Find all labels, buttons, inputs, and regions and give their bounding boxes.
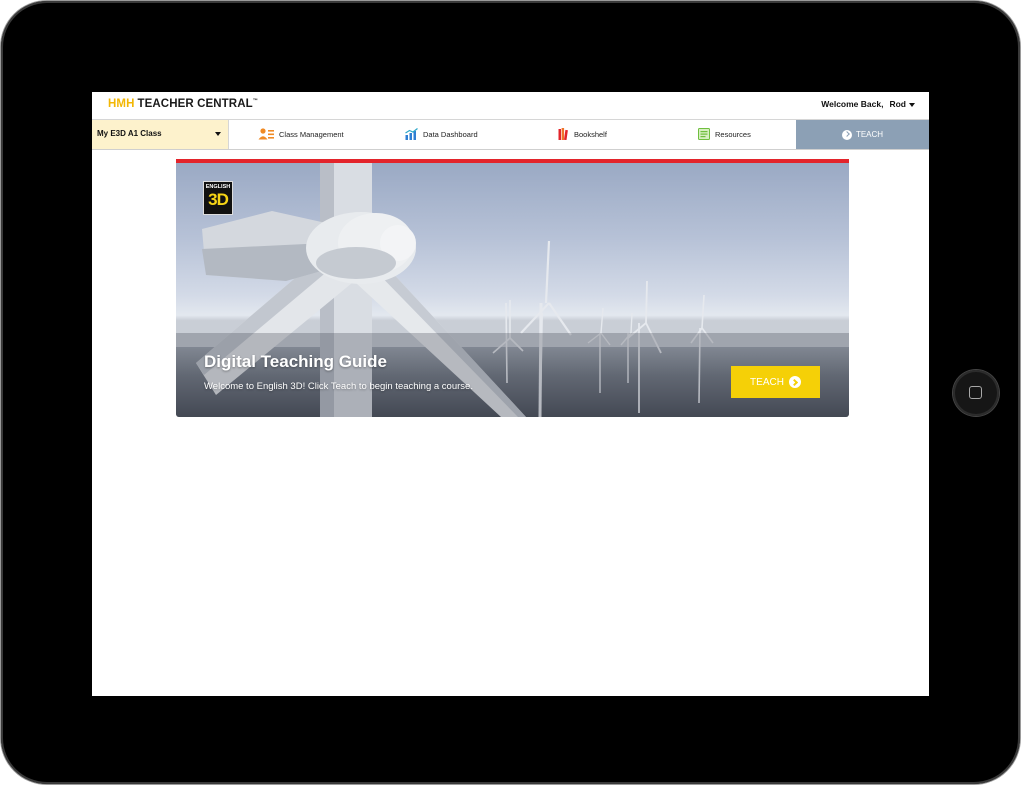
user-name: Rod (889, 99, 906, 109)
teach-button[interactable]: TEACH (731, 366, 820, 398)
class-selector[interactable]: My E3D A1 Class (92, 120, 229, 149)
nav-item-label: Bookshelf (574, 130, 607, 139)
chart-icon (405, 127, 418, 142)
welcome-label: Welcome Back, (821, 99, 884, 109)
tablet-frame: HMH TEACHER CENTRAL™ Welcome Back, Rod My … (1, 1, 1020, 784)
nav-item-bookshelf[interactable]: Bookshelf (558, 120, 607, 149)
nav-item-class-management[interactable]: Class Management (258, 120, 344, 149)
teach-button-label: TEACH (750, 376, 784, 388)
hero-banner: ENGLISH 3D Digital Teaching Guide Welcom… (176, 163, 849, 417)
tab-teach[interactable]: TEACH (796, 120, 929, 149)
chevron-down-icon (909, 102, 915, 107)
class-management-icon (258, 127, 274, 142)
books-icon (558, 127, 569, 142)
hero-subtitle: Welcome to English 3D! Click Teach to be… (204, 381, 473, 392)
nav-item-resources[interactable]: Resources (698, 120, 751, 149)
user-menu[interactable]: Welcome Back, Rod (821, 99, 915, 109)
nav-item-label: Data Dashboard (423, 130, 478, 139)
nav-item-data-dashboard[interactable]: Data Dashboard (405, 120, 478, 149)
logo-brand: HMH (108, 98, 135, 110)
logo[interactable]: HMH TEACHER CENTRAL™ (108, 98, 258, 110)
home-square-icon (969, 386, 982, 399)
header: HMH TEACHER CENTRAL™ Welcome Back, Rod (92, 92, 929, 119)
english-3d-logo: ENGLISH 3D (203, 181, 233, 215)
class-selector-value: My E3D A1 Class (97, 129, 162, 138)
arrow-circle-icon (788, 376, 801, 388)
arrow-circle-icon (841, 129, 852, 140)
resources-icon (698, 127, 710, 142)
badge-main-text: 3D (208, 190, 229, 209)
logo-trademark: ™ (252, 98, 258, 104)
logo-product: TEACHER CENTRAL (137, 98, 253, 110)
main-nav: My E3D A1 Class Class Management Data Da… (92, 119, 929, 150)
home-button[interactable] (953, 370, 999, 416)
nav-item-label: Resources (715, 130, 751, 139)
hero-title: Digital Teaching Guide (204, 352, 387, 371)
nav-item-label: Class Management (279, 130, 344, 139)
app-screen: HMH TEACHER CENTRAL™ Welcome Back, Rod My … (92, 92, 929, 696)
tab-teach-label: TEACH (855, 130, 884, 139)
chevron-down-icon (215, 132, 221, 136)
